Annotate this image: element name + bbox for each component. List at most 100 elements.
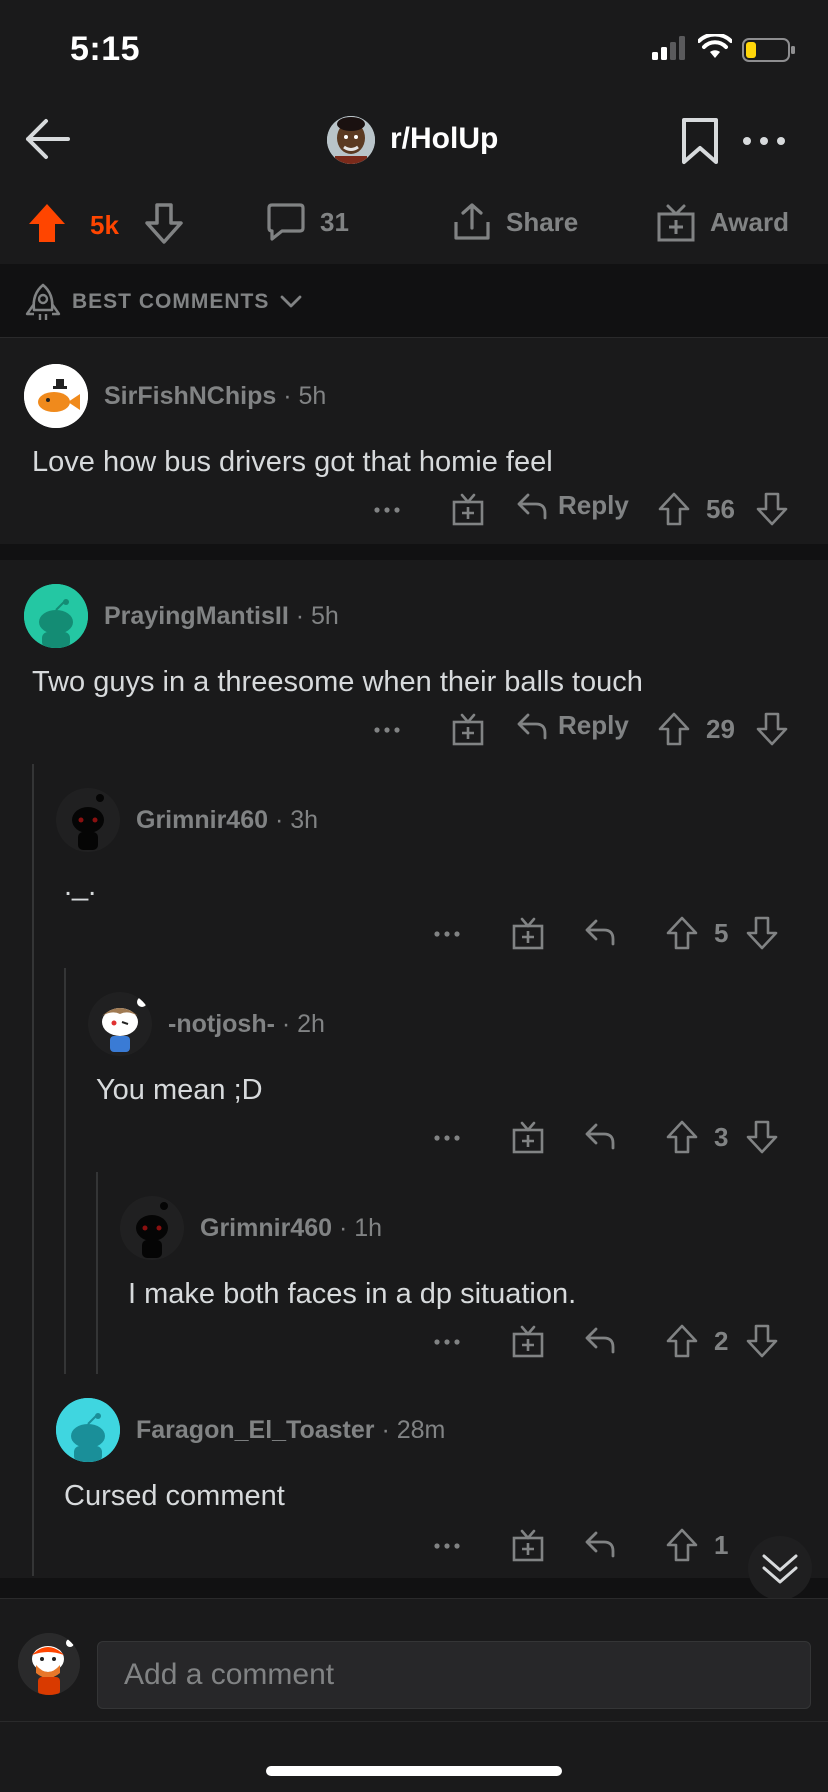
back-arrow-icon[interactable] [22,114,72,164]
comment-meta: Grimnir460 · 1h [200,1214,383,1242]
comment-meta: Grimnir460 · 3h [136,806,319,834]
reply-icon[interactable] [584,918,616,946]
award-button[interactable]: Award [656,202,789,242]
status-time: 5:15 [70,30,141,68]
comment-actions: Reply 56 [0,488,828,528]
comment-age: 2h [297,1010,325,1038]
chevron-down-icon [280,295,302,308]
avatar[interactable] [56,788,120,852]
share-label: Share [506,206,579,237]
reply-icon[interactable] [584,1326,616,1354]
subreddit-avatar[interactable] [327,116,375,164]
comment-age: 3h [290,806,319,834]
comment-score: 56 [706,494,735,524]
comment-score: 3 [714,1122,729,1152]
home-indicator[interactable] [266,1766,562,1776]
upvote-icon[interactable] [666,1324,698,1358]
add-comment-input[interactable]: Add a comment [97,1641,811,1709]
avatar[interactable] [56,1398,120,1462]
comment-age: 5h [298,382,327,410]
subreddit-name[interactable]: r/HolUp [390,122,498,156]
scroll-down-button[interactable] [748,1536,812,1600]
comment-divider [0,544,828,560]
reply-icon[interactable] [584,1530,616,1558]
avatar[interactable] [88,992,152,1056]
wifi-icon [698,34,732,58]
downvote-icon[interactable] [746,916,778,950]
post-action-bar: 5k 31 Share Award [0,190,828,256]
gift-icon[interactable] [452,712,484,746]
comment-body: ._. [64,870,97,902]
comment-username[interactable]: Faragon_El_Toaster [136,1416,375,1444]
scroll-down-icon [762,1554,798,1584]
avatar[interactable] [120,1196,184,1260]
comment-username[interactable]: SirFishNChips [104,382,276,410]
gift-icon[interactable] [452,492,484,526]
comment-username[interactable]: Grimnir460 [200,1214,332,1242]
gift-icon[interactable] [512,916,544,950]
comment-body: Two guys in a threesome when their balls… [32,666,643,698]
more-icon[interactable] [434,1542,460,1550]
comment-score: 5 [714,918,729,948]
upvote-icon[interactable] [658,712,690,746]
gift-icon[interactable] [512,1120,544,1154]
downvote-icon[interactable] [746,1120,778,1154]
avatar[interactable] [18,1633,80,1695]
more-icon[interactable] [374,506,400,514]
avatar[interactable] [24,584,88,648]
reply-icon[interactable] [584,1122,616,1150]
thread-line[interactable] [32,764,34,1576]
share-icon [454,203,490,240]
downvote-icon[interactable] [756,712,788,746]
home-area [0,1722,828,1792]
comment-meta: -notjosh- · 2h [168,1010,325,1038]
upvote-icon[interactable] [666,1120,698,1154]
more-icon[interactable] [374,726,400,734]
sort-bar: BEST COMMENTS [0,264,828,338]
comments-count: 31 [320,206,349,237]
share-button[interactable]: Share [452,202,578,242]
upvote-icon[interactable] [26,202,68,244]
sort-label: BEST COMMENTS [72,290,270,313]
comment-username[interactable]: PrayingMantisII [104,602,289,630]
downvote-icon[interactable] [756,492,788,526]
more-icon[interactable] [434,930,460,938]
comment-icon [267,203,305,241]
bookmark-icon[interactable] [680,116,720,166]
upvote-icon[interactable] [666,1528,698,1562]
gift-icon[interactable] [512,1528,544,1562]
rocket-icon [25,283,61,320]
award-icon [657,204,695,242]
comment-username[interactable]: Grimnir460 [136,806,268,834]
comment-body: Cursed comment [64,1480,285,1512]
comment-username[interactable]: -notjosh- [168,1010,275,1038]
battery-icon [742,38,795,62]
reply-label: Reply [558,490,629,520]
comment-score: 2 [714,1326,729,1356]
more-icon[interactable] [434,1338,460,1346]
upvote-icon[interactable] [666,916,698,950]
more-icon[interactable] [742,136,786,146]
comment-actions: 1 [0,1524,740,1564]
thread-line[interactable] [64,968,66,1374]
more-icon[interactable] [434,1134,460,1142]
avatar[interactable] [24,364,88,428]
post-score: 5k [90,210,119,240]
post-header: r/HolUp [0,100,828,180]
reply-icon [517,493,547,519]
reply-label: Reply [558,710,629,740]
comment-score: 1 [714,1530,729,1560]
comment-composer: Add a comment [0,1598,828,1722]
reply-button[interactable]: Reply [516,710,629,741]
comment-meta: PrayingMantisII · 5h [104,602,339,630]
downvote-icon[interactable] [746,1324,778,1358]
sort-dropdown[interactable]: BEST COMMENTS [24,282,303,322]
downvote-icon[interactable] [144,202,184,244]
comment-body: I make both faces in a dp situation. [128,1278,577,1310]
comment-body: Love how bus drivers got that homie feel [32,446,553,478]
reply-button[interactable]: Reply [516,490,629,521]
gift-icon[interactable] [512,1324,544,1358]
comments-button[interactable]: 31 [266,202,349,242]
comment-actions: 2 [0,1320,828,1360]
upvote-icon[interactable] [658,492,690,526]
